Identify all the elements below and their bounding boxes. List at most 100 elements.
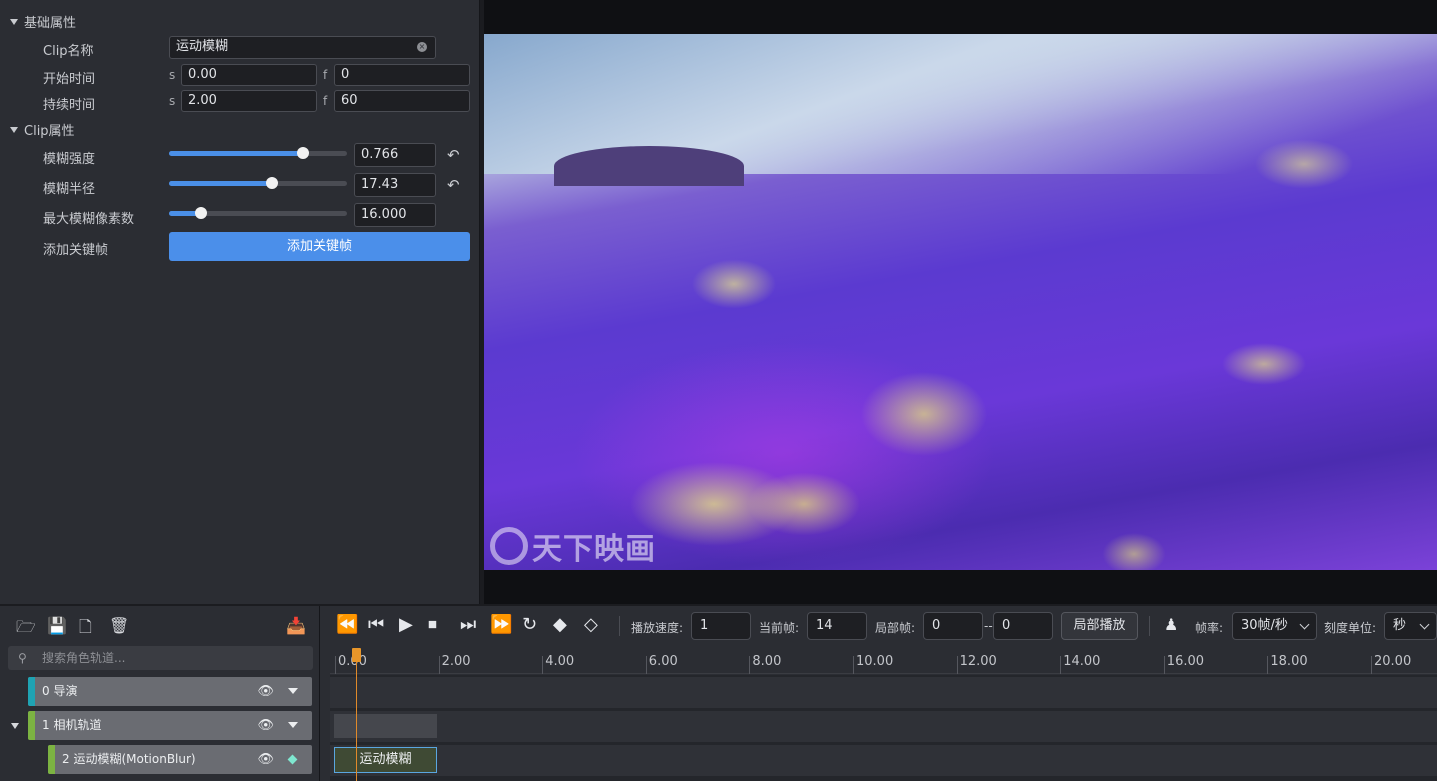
track-row[interactable]: 2 运动模糊(MotionBlur) 👁 [48,745,312,774]
reset-icon[interactable]: ↶ [447,146,460,164]
inbox-icon[interactable]: 📥 [286,616,306,635]
fps-label: 帧率: [1195,621,1224,635]
chevron-down-icon[interactable] [288,722,298,728]
basic-section-header[interactable]: 基础属性 [10,12,76,31]
track-row[interactable]: 0 导演 👁 [28,677,312,706]
camera-clip[interactable] [334,714,437,738]
start-seconds-input[interactable]: 0.00 [181,64,317,86]
blur-strength-input[interactable]: 0.766 [354,143,436,167]
stop-icon[interactable]: ⏹ [428,615,437,635]
track-color-bar [28,677,35,706]
ruler-tick-mark [1060,656,1062,674]
local-from-input[interactable]: 0 [923,612,983,640]
add-keyframe-label: 添加关键帧 [43,243,109,258]
blur-radius-label: 模糊半径 [43,182,96,197]
previous-frame-icon[interactable]: ⏮ [368,615,384,635]
open-folder-icon[interactable]: 🗁 [16,616,36,643]
current-frame-label: 当前帧: [759,621,800,635]
speed-input[interactable]: 1 [691,612,751,640]
track-color-bar [48,745,55,774]
ruler-tick-mark [438,656,440,674]
search-placeholder: 搜索角色轨道... [42,651,126,665]
slider-handle[interactable] [297,147,309,159]
separator [619,616,620,636]
playback-toolbar: ⏪ ⏮ ▶ ⏹ ⏭ ⏩ ↻ ◆ ◇ 播放速度: 1 当前帧: 14 局部帧: 0… [322,606,1437,646]
rewind-icon[interactable]: ⏪ [336,615,358,635]
duration-frames-input[interactable]: 60 [334,90,470,112]
collapse-triangle-icon[interactable] [10,126,18,133]
next-frame-icon[interactable]: ⏭ [460,615,476,635]
lane-director[interactable] [330,677,1437,708]
clip-name-value: 运动模糊 [176,39,229,54]
blur-strength-slider[interactable] [169,147,347,159]
loop-icon[interactable]: ↻ [522,615,537,635]
add-keyframe-icon[interactable]: ◆ [553,615,567,635]
save-icon[interactable]: 💾 [47,616,67,635]
character-icon[interactable]: ♟ [1164,615,1178,635]
collapse-triangle-icon[interactable] [10,18,18,25]
clip-section-header[interactable]: Clip属性 [10,120,75,139]
slider-fill [169,151,303,156]
hill-shape [554,146,744,186]
ruler-tick-label: 10.00 [856,654,894,669]
ruler-tick-label: 16.00 [1166,654,1205,669]
preview-viewport[interactable]: 天下映画 [484,0,1437,604]
playhead-handle[interactable] [352,648,361,662]
local-to-input[interactable]: 0 [993,612,1053,640]
current-frame-input[interactable]: 14 [807,612,867,640]
ruler-tick-label: 2.00 [441,654,471,669]
start-frames-unit: f [323,68,328,82]
add-keyframe-button[interactable]: 添加关键帧 [169,232,470,261]
local-frame-label: 局部帧: [875,621,916,635]
chevron-down-icon [1419,619,1430,630]
start-frames-input[interactable]: 0 [334,64,470,86]
save-as-icon[interactable]: 🗋 [79,616,92,643]
fast-forward-icon[interactable]: ⏩ [490,615,512,635]
blur-radius-slider[interactable] [169,177,347,189]
track-lanes[interactable]: 运动模糊 [330,675,1437,781]
ruler-tick-label: 14.00 [1063,654,1101,669]
duration-frames-unit: f [323,94,328,108]
lane-camera[interactable] [330,711,1437,742]
clear-icon[interactable]: × [417,42,427,52]
max-blur-pixels-slider[interactable] [169,207,347,219]
track-label: 2 运动模糊(MotionBlur) [62,752,196,766]
ruler-tick-mark [749,656,751,674]
duration-label: 持续时间 [43,98,96,113]
range-dash: -- [984,619,993,633]
track-search-input[interactable]: ⚲ 搜索角色轨道... [8,646,313,670]
expand-triangle-icon[interactable] [11,723,19,729]
properties-panel: 基础属性 Clip名称 运动模糊 × 开始时间 s 0.00 f 0 持续时间 … [0,0,480,604]
ruler-tick-mark [645,656,647,674]
trash-icon[interactable]: 🗑 [109,616,129,635]
keyframe-diamond-icon[interactable] [287,754,298,765]
blur-radius-input[interactable]: 17.43 [354,173,436,197]
play-icon[interactable]: ▶ [399,615,413,635]
eye-icon[interactable]: 👁 [257,745,274,774]
duration-seconds-input[interactable]: 2.00 [181,90,317,112]
lane-motion-blur[interactable] [330,745,1437,776]
eye-icon[interactable]: 👁 [257,711,274,740]
remove-keyframe-icon[interactable]: ◇ [584,615,598,635]
fps-select[interactable]: 30帧/秒 [1232,612,1317,640]
local-play-button[interactable]: 局部播放 [1061,612,1138,640]
track-row[interactable]: 1 相机轨道 👁 [28,711,312,740]
slider-handle[interactable] [266,177,278,189]
start-seconds-unit: s [169,68,176,82]
ruler-tick-label: 8.00 [752,654,782,669]
clip-name-input[interactable]: 运动模糊 × [169,36,436,59]
preview-image: 天下映画 [484,34,1437,570]
slider-handle[interactable] [195,207,207,219]
eye-icon[interactable]: 👁 [257,677,274,706]
motion-blur-clip[interactable]: 运动模糊 [334,747,437,773]
ruler-tick-mark [956,656,958,674]
time-ruler[interactable]: 0.002.004.006.008.0010.0012.0014.0016.00… [330,648,1437,674]
reset-icon[interactable]: ↶ [447,176,460,194]
max-blur-pixels-input[interactable]: 16.000 [354,203,436,227]
track-toolbar: 🗁 💾 🗋 🗑 📥 [0,612,320,640]
watermark: 天下映画 [490,524,656,568]
ruler-tick-mark [853,656,854,674]
scale-unit-select[interactable]: 秒 [1384,612,1437,640]
ruler-tick-mark [542,656,544,674]
chevron-down-icon[interactable] [288,688,298,694]
